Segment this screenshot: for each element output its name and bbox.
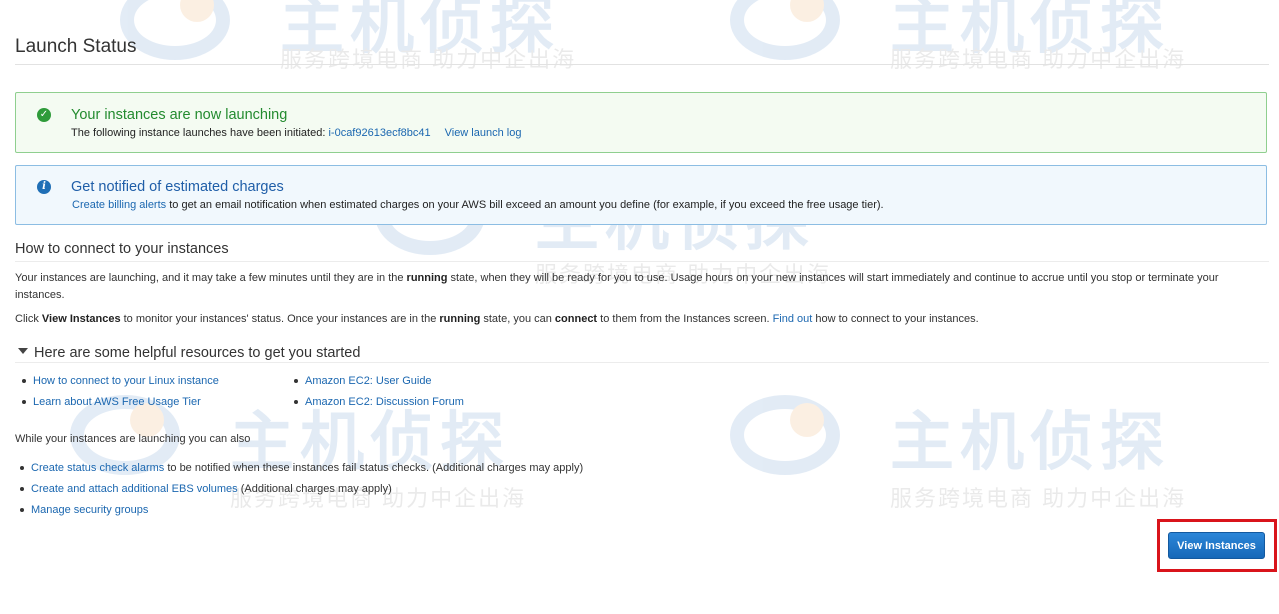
info-circle-icon: i bbox=[37, 180, 51, 194]
list-item: Manage security groups bbox=[20, 503, 583, 524]
resources-toggle-label: Here are some helpful resources to get y… bbox=[34, 345, 361, 361]
ec2-discussion-forum-link[interactable]: Amazon EC2: Discussion Forum bbox=[305, 396, 464, 408]
manage-security-groups-link[interactable]: Manage security groups bbox=[31, 504, 148, 516]
p2-bold-view-instances: View Instances bbox=[41, 313, 121, 325]
launch-info-paragraph: Your instances are launching, and it may… bbox=[15, 270, 1255, 304]
watermark-slogan: 服务跨境电商 助力中企出海 bbox=[280, 47, 577, 72]
p2-text-mid3: to them from the Instances screen. bbox=[597, 313, 773, 325]
while-launching-list: Create status check alarms to be notifie… bbox=[20, 461, 583, 524]
billing-info-alert: i Get notified of estimated charges Crea… bbox=[15, 165, 1267, 225]
p2-text-mid2: state, you can bbox=[480, 313, 555, 325]
check-circle-icon: ✓ bbox=[37, 108, 51, 122]
list-item: Amazon EC2: Discussion Forum bbox=[294, 395, 464, 416]
p2-bold-connect: connect bbox=[554, 313, 598, 325]
free-usage-tier-link[interactable]: Learn about AWS Free Usage Tier bbox=[33, 396, 201, 408]
view-instances-button[interactable]: View Instances bbox=[1168, 532, 1265, 559]
p1-text: Your instances are launching, and it may… bbox=[15, 272, 407, 284]
p2-text-lead: Click bbox=[15, 313, 42, 325]
find-out-link[interactable]: Find out bbox=[773, 313, 813, 325]
p2-bold-running: running bbox=[439, 313, 481, 325]
watermark-brand: 主机侦探 bbox=[280, 0, 560, 61]
list-item-suffix: to be notified when these instances fail… bbox=[164, 462, 584, 474]
info-body: Create billing alerts to get an email no… bbox=[72, 199, 884, 211]
ec2-user-guide-link[interactable]: Amazon EC2: User Guide bbox=[305, 375, 432, 387]
success-body: The following instance launches have bee… bbox=[71, 127, 521, 139]
list-item: Amazon EC2: User Guide bbox=[294, 374, 464, 395]
linux-connect-link[interactable]: How to connect to your Linux instance bbox=[33, 375, 219, 387]
p2-text-after: how to connect to your instances. bbox=[812, 313, 979, 325]
while-launching-label: While your instances are launching you c… bbox=[15, 433, 251, 445]
caret-down-icon bbox=[18, 348, 28, 355]
watermark-logo-icon bbox=[730, 395, 840, 475]
p2-text-mid1: to monitor your instances' status. Once … bbox=[120, 313, 440, 325]
watermark-slogan: 服务跨境电商 助力中企出海 bbox=[890, 486, 1187, 511]
p1-bold-running: running bbox=[406, 272, 448, 284]
create-ebs-volumes-link[interactable]: Create and attach additional EBS volumes bbox=[31, 483, 238, 495]
watermark-brand: 主机侦探 bbox=[890, 0, 1170, 61]
success-body-text: The following instance launches have bee… bbox=[71, 127, 326, 139]
create-status-check-alarms-link[interactable]: Create status check alarms bbox=[31, 462, 164, 474]
resources-list-right: Amazon EC2: User Guide Amazon EC2: Discu… bbox=[294, 374, 464, 416]
connect-section-divider bbox=[15, 261, 1269, 262]
list-item: Learn about AWS Free Usage Tier bbox=[22, 395, 219, 416]
title-divider bbox=[15, 64, 1269, 65]
watermark-logo-icon bbox=[730, 0, 840, 60]
info-heading: Get notified of estimated charges bbox=[71, 179, 284, 195]
resources-divider bbox=[15, 362, 1269, 363]
page-title: Launch Status bbox=[15, 36, 137, 57]
resources-list-left: How to connect to your Linux instance Le… bbox=[22, 374, 219, 416]
launch-success-alert: ✓ Your instances are now launching The f… bbox=[15, 92, 1267, 153]
success-heading: Your instances are now launching bbox=[71, 107, 288, 123]
resources-toggle[interactable]: Here are some helpful resources to get y… bbox=[18, 345, 360, 361]
info-body-text: to get an email notification when estima… bbox=[169, 199, 884, 211]
create-billing-alerts-link[interactable]: Create billing alerts bbox=[72, 199, 166, 211]
view-launch-log-link[interactable]: View launch log bbox=[445, 127, 522, 139]
connect-section-title: How to connect to your instances bbox=[15, 241, 229, 257]
watermark-slogan: 服务跨境电商 助力中企出海 bbox=[890, 47, 1187, 72]
instance-id-link[interactable]: i-0caf92613ecf8bc41 bbox=[328, 127, 430, 139]
watermark-logo-icon bbox=[120, 0, 230, 60]
watermark-brand: 主机侦探 bbox=[890, 406, 1170, 478]
list-item: How to connect to your Linux instance bbox=[22, 374, 219, 395]
connect-info-paragraph: Click View Instances to monitor your ins… bbox=[15, 311, 1255, 328]
list-item-suffix: (Additional charges may apply) bbox=[237, 483, 392, 495]
list-item: Create status check alarms to be notifie… bbox=[20, 461, 583, 482]
list-item: Create and attach additional EBS volumes… bbox=[20, 482, 583, 503]
